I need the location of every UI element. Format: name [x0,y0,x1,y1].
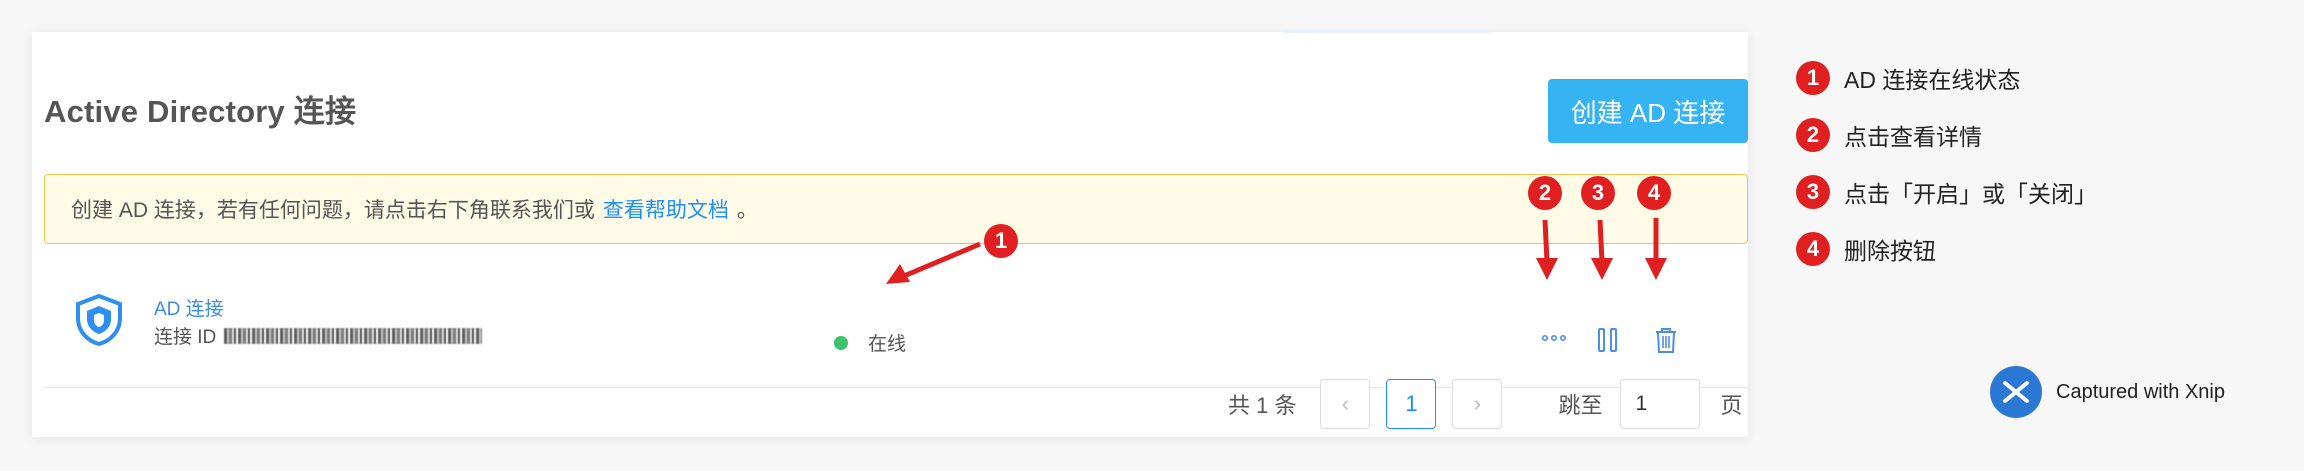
prev-page-button[interactable]: ‹ [1320,379,1371,429]
legend-item-2: 2 点击查看详情 [1796,118,1982,152]
legend-text-3: 点击「开启」或「关闭」 [1844,181,2097,207]
connection-id: 连接 ID [154,322,483,349]
annotation-badge-1: 1 [984,224,1018,258]
xnip-logo-icon [1990,366,2042,418]
notice-text: 创建 AD 连接，若有任何问题，请点击右下角联系我们或 [71,199,595,222]
connection-row: AD 连接 连接 ID 在线 [44,282,1748,388]
legend-text-2: 点击查看详情 [1844,124,1982,150]
ad-connections-card: Active Directory 连接 创建 AD 连接 创建 AD 连接，若有… [32,30,1748,437]
pagination-total: 共 1 条 [1228,393,1297,418]
legend-item-1: 1 AD 连接在线状态 [1796,61,2020,95]
status-indicator: 在线 [834,329,906,356]
jump-label: 跳至 [1558,393,1603,418]
online-dot [834,335,848,350]
trash-icon[interactable] [1654,326,1678,354]
annotation-arrow-4 [1645,218,1667,280]
connection-id-label: 连接 ID [154,327,217,348]
jump-page-input[interactable] [1620,379,1701,429]
help-docs-link[interactable]: 查看帮助文档 [603,194,729,224]
status-text: 在线 [868,334,907,355]
connection-id-masked [224,327,483,344]
legend-badge-1: 1 [1796,61,1830,95]
legend-item-3: 3 点击「开启」或「关闭」 [1796,175,2097,209]
shield-icon [76,294,122,346]
legend-item-4: 4 删除按钮 [1796,232,1936,266]
ellipsis-icon[interactable] [1540,326,1568,350]
screenshot-stage: Active Directory 连接 创建 AD 连接 创建 AD 连接，若有… [0,0,2304,471]
xnip-watermark-text: Captured with Xnip [2056,380,2225,403]
legend-badge-4: 4 [1796,232,1830,266]
top-tab-indicator [1284,30,1490,33]
legend-text-1: AD 连接在线状态 [1844,67,2021,93]
next-page-button[interactable]: › [1452,379,1503,429]
help-notice: 创建 AD 连接，若有任何问题，请点击右下角联系我们或 查看帮助文档 。 [44,174,1748,244]
annotation-arrow-2 [1536,219,1558,280]
create-ad-connection-button[interactable]: 创建 AD 连接 [1548,79,1748,143]
pause-icon[interactable] [1596,326,1620,354]
page-unit-label: 页 [1720,393,1743,418]
legend-badge-3: 3 [1796,175,1830,209]
legend-text-4: 删除按钮 [1844,238,1936,264]
xnip-watermark: Captured with Xnip [1990,366,2225,418]
legend-badge-2: 2 [1796,118,1830,152]
notice-suffix: 。 [736,199,758,222]
annotation-badge-4: 4 [1637,176,1671,210]
connection-name-link[interactable]: AD 连接 [154,294,224,321]
annotation-badge-3: 3 [1581,176,1615,210]
annotation-badge-2: 2 [1528,176,1562,210]
pagination: 共 1 条 ‹ 1 › 跳至 页 [1228,377,1743,431]
page-number-button[interactable]: 1 [1386,379,1437,429]
page-title: Active Directory 连接 [44,94,357,129]
annotation-arrow-1 [886,241,981,284]
annotation-arrow-3 [1591,219,1613,280]
